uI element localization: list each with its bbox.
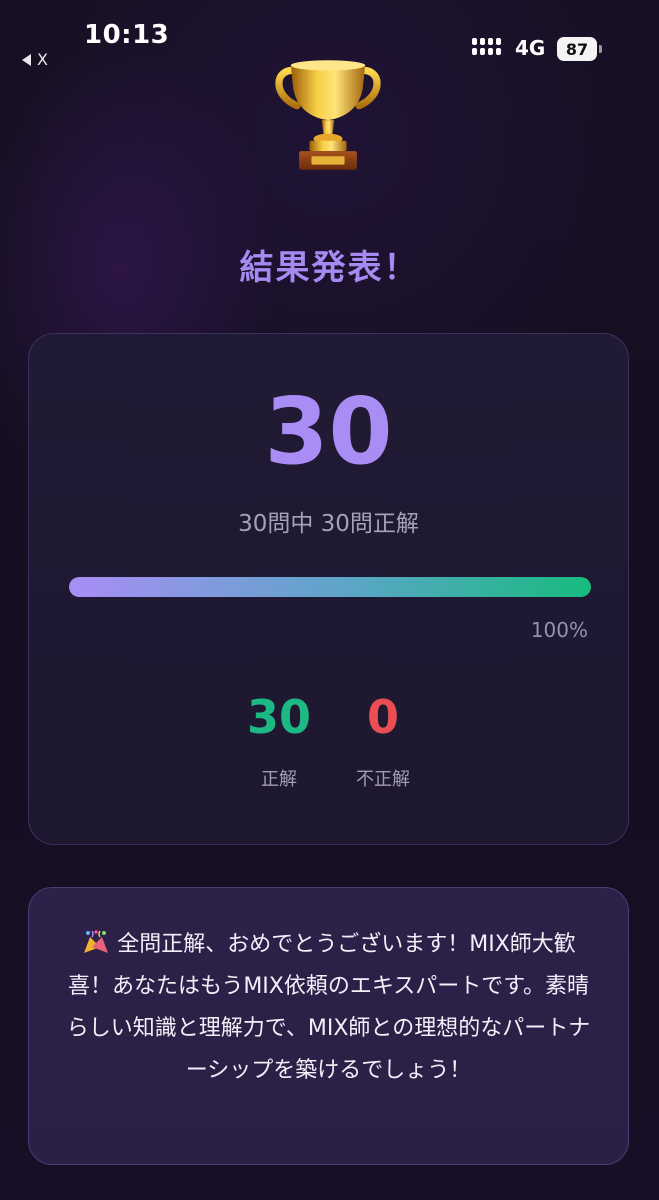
- score-summary: 30問中 30問正解: [238, 511, 419, 537]
- correct-count: 30: [246, 690, 311, 744]
- correct-stat: 30 正解: [219, 689, 339, 791]
- wrong-stat: 0 不正解: [323, 689, 443, 791]
- battery-tip: [599, 45, 602, 53]
- back-app-label: X: [37, 50, 48, 69]
- message-text: 全問正解、おめでとうございます！MIX師大歓喜！あなたはもうMIX依頼のエキスパ…: [61, 924, 596, 1092]
- status-time: 10:13: [84, 20, 170, 50]
- score-card: 30 30問中 30問正解 100% 30 正解 0 不正解: [28, 333, 629, 845]
- message-body: 全問正解、おめでとうございます！MIX師大歓喜！あなたはもうMIX依頼のエキスパ…: [66, 932, 591, 1083]
- back-triangle-icon: [22, 53, 31, 66]
- battery-icon: 87: [557, 37, 597, 61]
- wrong-count: 0: [366, 690, 399, 744]
- score-value: 30: [264, 378, 393, 485]
- battery-level: 87: [565, 39, 589, 59]
- party-popper-icon: [84, 930, 109, 953]
- trophy-icon: [275, 60, 381, 170]
- result-title: 結果発表！: [239, 248, 420, 288]
- score-percent: 100%: [530, 618, 588, 642]
- message-card: 全問正解、おめでとうございます！MIX師大歓喜！あなたはもうMIX依頼のエキスパ…: [28, 887, 629, 1165]
- wrong-label: 不正解: [356, 769, 410, 790]
- signal-icon: [472, 38, 501, 55]
- correct-label: 正解: [261, 769, 297, 790]
- score-progress-fill: [69, 577, 591, 597]
- back-to-app-button[interactable]: X: [22, 50, 48, 69]
- network-type: 4G: [515, 36, 546, 60]
- score-progress-bar: [69, 577, 591, 597]
